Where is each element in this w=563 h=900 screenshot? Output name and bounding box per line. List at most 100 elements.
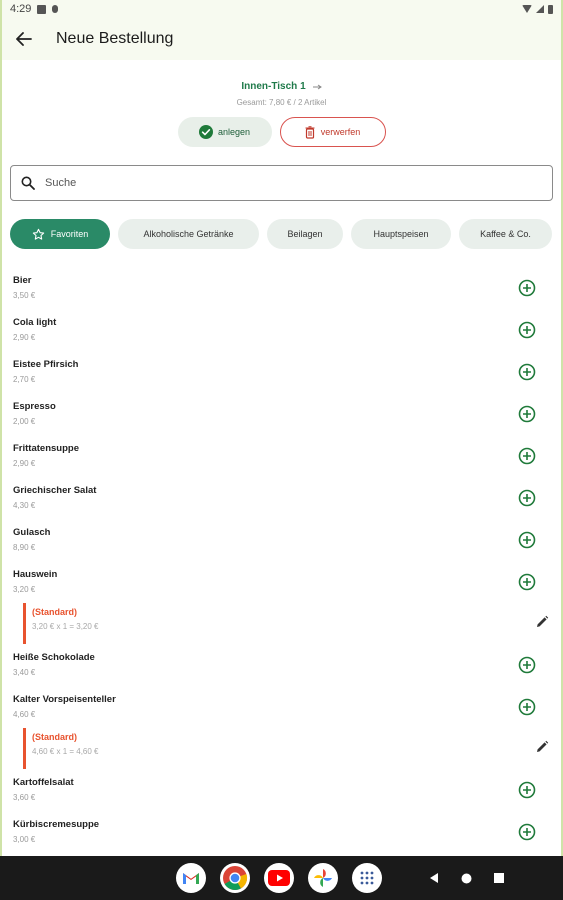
product-price: 4,60 € xyxy=(13,710,36,719)
add-circle-icon[interactable] xyxy=(518,656,536,674)
ordered-calculation: 4,60 € x 1 = 4,60 € xyxy=(32,747,99,756)
product-row[interactable]: Eistee Pfirsich 2,70 € xyxy=(2,351,561,393)
product-name: Hauswein xyxy=(13,569,58,580)
chip-label: Beilagen xyxy=(287,229,323,239)
nav-home-button[interactable] xyxy=(461,873,472,884)
product-row[interactable]: Heiße Schokolade 3,40 € xyxy=(2,644,561,686)
pinwheel-icon xyxy=(314,869,332,887)
product-row[interactable]: Kartoffelsalat 3,60 € xyxy=(2,769,561,811)
app-bar: Neue Bestellung xyxy=(2,18,561,60)
chrome-app-icon[interactable] xyxy=(220,863,250,893)
product-row[interactable]: Bier 3,50 € xyxy=(2,267,561,309)
nav-back-button[interactable] xyxy=(429,872,439,884)
product-price: 3,00 € xyxy=(13,835,36,844)
product-name: Griechischer Salat xyxy=(13,485,97,496)
product-price: 2,00 € xyxy=(13,417,36,426)
browser-icon xyxy=(223,866,248,891)
product-price: 3,20 € xyxy=(13,585,36,594)
system-buttons xyxy=(429,872,504,884)
star-icon xyxy=(32,228,44,240)
order-summary: Gesamt: 7,80 € / 2 Artikel xyxy=(236,98,327,107)
product-price: 4,30 € xyxy=(13,501,36,510)
discard-order-label: verwerfen xyxy=(320,127,361,137)
signal-icon xyxy=(536,5,544,13)
product-name: Kalter Vorspeisenteller xyxy=(13,694,116,705)
add-circle-icon[interactable] xyxy=(518,698,536,716)
add-circle-icon[interactable] xyxy=(518,321,536,339)
chip-coffee[interactable]: Kaffee & Co. xyxy=(459,219,552,249)
gmail-app-icon[interactable] xyxy=(176,863,206,893)
product-name: Kürbiscremesuppe xyxy=(13,819,100,830)
status-time: 4:29 xyxy=(10,3,32,15)
add-circle-icon[interactable] xyxy=(518,489,536,507)
app-window: 4:29 Neue Bestellung Innen-Tisch 1 Gesam… xyxy=(0,0,563,856)
product-row[interactable]: Espresso 2,00 € xyxy=(2,393,561,435)
product-name: Heiße Schokolade xyxy=(13,652,95,663)
add-circle-icon[interactable] xyxy=(518,531,536,549)
product-price: 3,60 € xyxy=(13,793,36,802)
add-circle-icon[interactable] xyxy=(518,405,536,423)
product-row[interactable]: Frittatensuppe 2,90 € xyxy=(2,435,561,477)
search-input[interactable] xyxy=(45,177,552,189)
product-name: Espresso xyxy=(13,401,56,412)
product-row[interactable]: Cola light 2,90 € xyxy=(2,309,561,351)
product-row[interactable]: Gulasch 8,90 € xyxy=(2,519,561,561)
product-name: Eistee Pfirsich xyxy=(13,359,79,370)
grid-dots-icon xyxy=(360,871,374,885)
product-price: 2,90 € xyxy=(13,333,36,342)
trash-icon xyxy=(305,125,315,139)
chip-favorites[interactable]: Favoriten xyxy=(10,219,110,249)
product-price: 3,40 € xyxy=(13,668,36,677)
product-price: 2,70 € xyxy=(13,375,36,384)
chip-label: Favoriten xyxy=(50,229,89,239)
chip-label: Hauptspeisen xyxy=(373,229,429,239)
chip-main-dishes[interactable]: Hauptspeisen xyxy=(351,219,451,249)
photos-app-icon[interactable] xyxy=(308,863,338,893)
product-row[interactable]: Hauswein 3,20 € xyxy=(2,561,561,603)
nav-recents-button[interactable] xyxy=(494,873,504,883)
ordered-item[interactable]: (Standard) 4,60 € x 1 = 4,60 € xyxy=(23,728,561,769)
category-chips: Favoriten Alkoholische Getränke Beilagen… xyxy=(10,219,561,249)
create-order-button[interactable]: anlegen xyxy=(177,117,272,147)
chip-label: Alkoholische Getränke xyxy=(143,229,234,239)
pencil-icon[interactable] xyxy=(535,615,549,629)
page-title: Neue Bestellung xyxy=(56,30,174,47)
app-dock xyxy=(176,863,382,893)
status-bar: 4:29 xyxy=(2,0,561,18)
ordered-item[interactable]: (Standard) 3,20 € x 1 = 3,20 € xyxy=(23,603,561,644)
table-name-row[interactable]: Innen-Tisch 1 xyxy=(241,81,322,92)
youtube-app-icon[interactable] xyxy=(264,863,294,893)
add-circle-icon[interactable] xyxy=(518,781,536,799)
add-circle-icon[interactable] xyxy=(518,447,536,465)
product-price: 2,90 € xyxy=(13,459,36,468)
arrow-left-icon xyxy=(16,32,32,46)
pencil-icon[interactable] xyxy=(535,740,549,754)
product-list: Bier 3,50 € Cola light 2,90 € Eistee Pfi… xyxy=(2,267,561,853)
add-circle-icon[interactable] xyxy=(518,573,536,591)
product-name: Kartoffelsalat xyxy=(13,777,74,788)
product-name: Bier xyxy=(13,275,32,286)
product-name: Gulasch xyxy=(13,527,51,538)
add-circle-icon[interactable] xyxy=(518,823,536,841)
table-name: Innen-Tisch 1 xyxy=(241,81,306,92)
system-navigation-bar xyxy=(0,856,563,900)
wifi-icon xyxy=(522,5,532,13)
product-row[interactable]: Kürbiscremesuppe 3,00 € xyxy=(2,811,561,853)
ordered-variant: (Standard) xyxy=(32,732,77,742)
app-drawer-button[interactable] xyxy=(352,863,382,893)
notification-icon xyxy=(37,4,47,14)
mail-icon xyxy=(183,873,199,884)
add-circle-icon[interactable] xyxy=(518,279,536,297)
product-row[interactable]: Kalter Vorspeisenteller 4,60 € xyxy=(2,686,561,728)
edit-table-icon[interactable] xyxy=(312,84,322,90)
back-button[interactable] xyxy=(14,29,34,49)
product-price: 8,90 € xyxy=(13,543,36,552)
add-circle-icon[interactable] xyxy=(518,363,536,381)
product-name: Cola light xyxy=(13,317,57,328)
create-order-label: anlegen xyxy=(217,127,251,137)
chip-sides[interactable]: Beilagen xyxy=(267,219,343,249)
product-price: 3,50 € xyxy=(13,291,36,300)
product-row[interactable]: Griechischer Salat 4,30 € xyxy=(2,477,561,519)
discard-order-button[interactable]: verwerfen xyxy=(279,117,386,147)
chip-alcoholic-drinks[interactable]: Alkoholische Getränke xyxy=(118,219,259,249)
